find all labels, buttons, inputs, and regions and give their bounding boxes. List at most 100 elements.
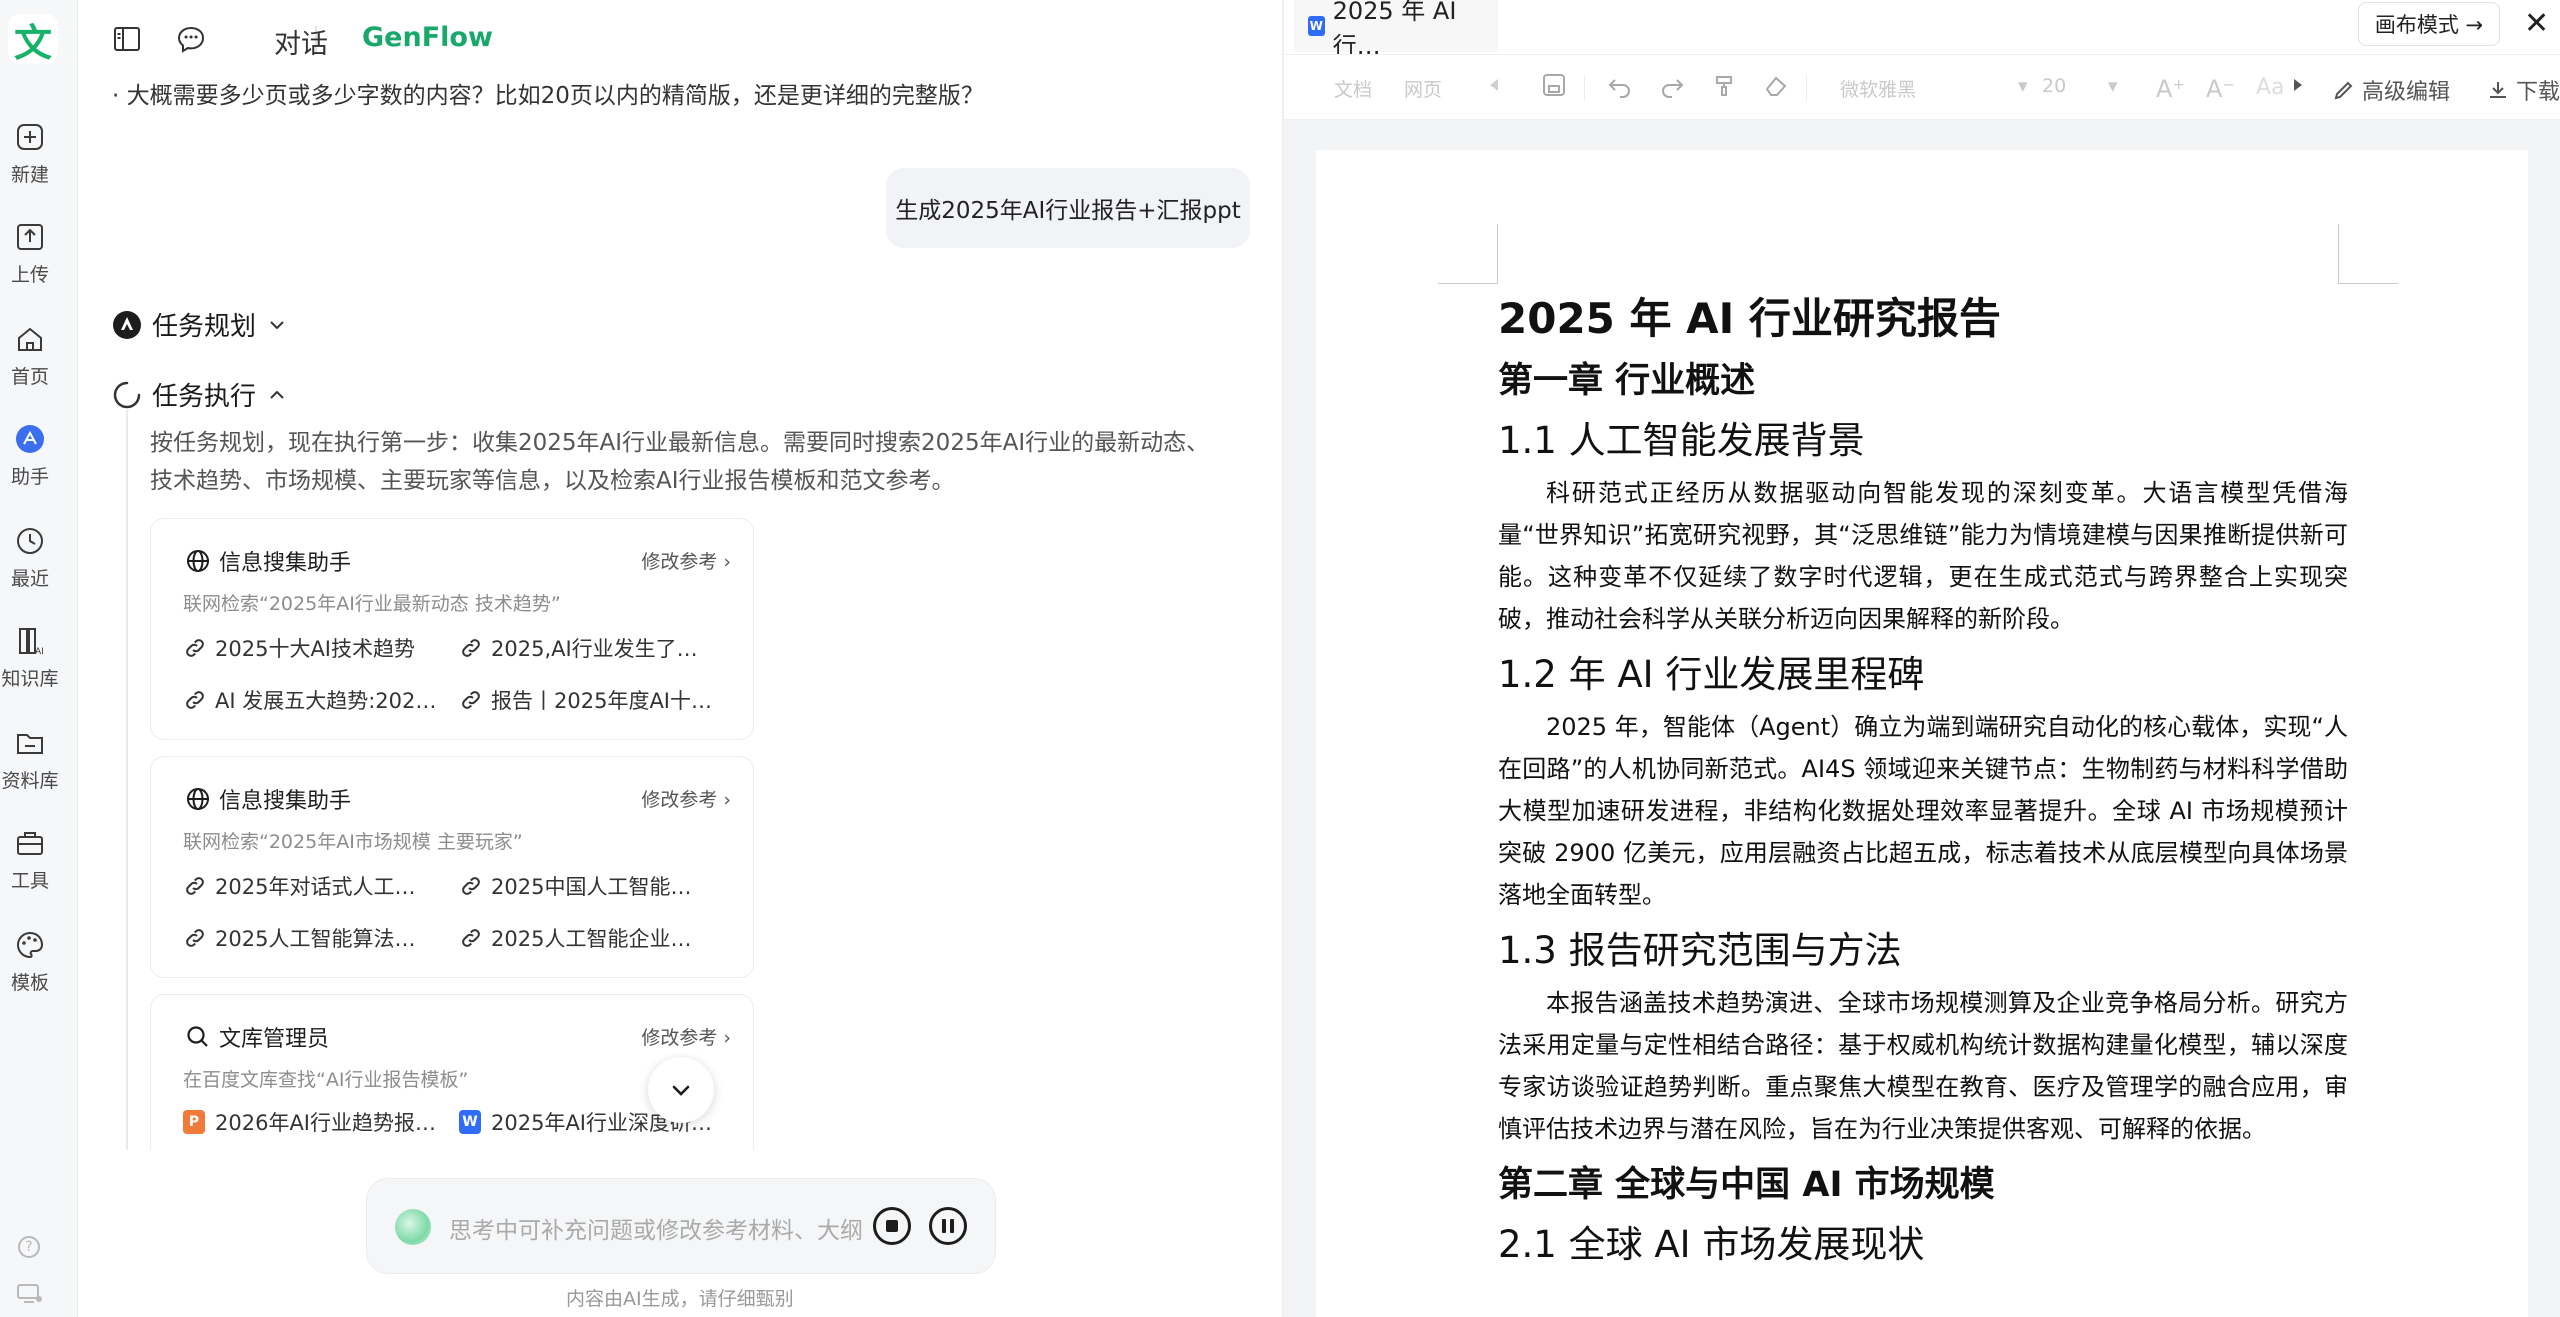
section-heading: 1.1 人工智能发展背景	[1498, 419, 1865, 462]
section-heading: 1.3 报告研究范围与方法	[1498, 929, 1902, 972]
rail-upload[interactable]: 上传	[0, 220, 60, 287]
close-icon[interactable]: ✕	[2524, 6, 2549, 41]
rail-knowledge[interactable]: AI 知识库	[0, 624, 60, 691]
rail-templates[interactable]: 模板	[0, 928, 60, 995]
word-file-icon: W	[459, 1110, 481, 1134]
rail-templates-label: 模板	[10, 972, 49, 994]
paragraph: 2025 年，智能体（Agent）确立为端到端研究自动化的核心载体，实现“人在回…	[1498, 713, 2348, 909]
rail-home[interactable]: 首页	[0, 322, 60, 389]
edit-reference-label: 修改参考	[641, 1027, 718, 1049]
reference-title: 报告丨2025年度AI十…	[491, 689, 713, 713]
edit-reference-button[interactable]: 修改参考 ›	[641, 1023, 731, 1050]
caret-left-icon[interactable]	[1480, 71, 1508, 99]
help-icon[interactable]: ?	[18, 1236, 40, 1258]
reference-link[interactable]: 2025人工智能算法…	[183, 923, 415, 953]
rail-library[interactable]: 资料库	[0, 726, 60, 793]
card-subtitle: 在百度文库查找“AI行业报告模板”	[183, 1069, 469, 1091]
upload-icon	[17, 224, 43, 250]
exec-timeline-line	[126, 410, 128, 1150]
font-shrink-icon[interactable]: A⁻	[2206, 75, 2235, 103]
assistant-icon	[16, 425, 44, 453]
scroll-down-button[interactable]	[648, 1057, 714, 1123]
edit-reference-label: 修改参考	[641, 551, 718, 573]
eraser-icon[interactable]	[1762, 71, 1790, 99]
doc-title: 2025 年 AI 行业研究报告	[1498, 294, 2001, 343]
reference-link[interactable]: 报告丨2025年度AI十…	[459, 685, 712, 715]
link-icon	[186, 929, 204, 947]
font-size-select[interactable]: 20	[2042, 75, 2066, 97]
reference-link[interactable]: 2025中国人工智能…	[459, 871, 691, 901]
folder-icon	[17, 734, 43, 754]
reference-title: 2026年AI行业趋势报…	[215, 1111, 437, 1135]
reference-link[interactable]: AI 发展五大趋势:202…	[183, 685, 436, 715]
app-root: 文 新建 上传 首页 助手 最近 AI 知识库 资料库 工具 模板 ? 对话 G…	[0, 0, 2560, 1317]
knowledge-icon: AI	[19, 628, 44, 657]
link-icon	[186, 639, 204, 657]
task-plan-header[interactable]: 任务规划	[112, 306, 286, 343]
plan-icon	[113, 310, 141, 339]
document-content: 2025 年 AI 行业研究报告 第一章 行业概述 1.1 人工智能发展背景 科…	[1498, 292, 2348, 1270]
edit-reference-button[interactable]: 修改参考 ›	[641, 785, 731, 812]
rail-new-label: 新建	[10, 164, 49, 186]
reference-link[interactable]: 2025年对话式人工…	[183, 871, 415, 901]
monitor-icon[interactable]	[17, 1284, 43, 1304]
advanced-edit-button[interactable]: 高级编辑	[2332, 74, 2450, 106]
chapter-heading: 第二章 全球与中国 AI 市场规模	[1498, 1165, 1995, 1205]
rail-tools[interactable]: 工具	[0, 826, 60, 893]
rail-recent[interactable]: 最近	[0, 524, 60, 591]
doc-tab[interactable]: W 2025 年 AI 行…	[1294, 0, 1498, 60]
card-subtitle: 联网检索“2025年AI市场规模 主要玩家”	[183, 831, 523, 853]
globe-icon	[187, 550, 209, 572]
reference-link[interactable]: 2025人工智能企业…	[459, 923, 691, 953]
stop-button[interactable]	[873, 1207, 911, 1245]
rail-knowledge-label: 知识库	[1, 668, 59, 690]
pen-icon	[2334, 81, 2353, 100]
card-title-text: 信息搜集助手	[219, 551, 352, 576]
home-icon	[18, 327, 42, 351]
crop-mark-top-right	[2338, 224, 2398, 284]
composer-input[interactable]: 思考中可补充问题或修改参考材料、大纲	[449, 1211, 863, 1245]
canvas-mode-button[interactable]: 画布模式 →	[2358, 2, 2500, 46]
format-painter-icon[interactable]	[1710, 71, 1738, 99]
doc-tab-title: 2025 年 AI 行…	[1332, 0, 1457, 60]
reference-title: 2025中国人工智能…	[491, 875, 692, 899]
font-clear-icon[interactable]: Aa	[2256, 75, 2285, 100]
download-label: 下载	[2516, 80, 2560, 105]
rail-upload-label: 上传	[10, 264, 49, 286]
font-family-select[interactable]: 微软雅黑	[1840, 75, 1916, 102]
globe-icon	[187, 788, 209, 810]
edit-reference-button[interactable]: 修改参考 ›	[641, 547, 731, 574]
mode-web[interactable]: 网页	[1404, 75, 1442, 102]
section-heading: 2.1 全球 AI 市场发展现状	[1498, 1223, 1925, 1266]
tab-chat[interactable]: 对话	[274, 22, 328, 61]
sidebar-toggle-icon[interactable]	[112, 24, 142, 54]
font-grow-icon[interactable]: A⁺	[2156, 75, 2185, 103]
pause-button[interactable]	[929, 1207, 967, 1245]
caret-right-icon[interactable]	[2284, 71, 2312, 99]
download-button[interactable]: 下载	[2486, 74, 2560, 106]
document-page[interactable]: 2025 年 AI 行业研究报告 第一章 行业概述 1.1 人工智能发展背景 科…	[1316, 150, 2528, 1317]
rail-new[interactable]: 新建	[0, 120, 60, 187]
task-exec-header[interactable]: 任务执行	[112, 376, 286, 413]
rail-assistant[interactable]: 助手	[0, 422, 60, 489]
task-exec-title: 任务执行	[152, 382, 257, 412]
rail-recent-label: 最近	[10, 568, 49, 590]
link-icon	[462, 877, 480, 895]
font-size-caret[interactable]: ▾	[2108, 75, 2118, 97]
reference-link[interactable]: 2025十大AI技术趋势	[183, 633, 415, 663]
mode-doc[interactable]: 文档	[1334, 75, 1372, 102]
reference-file[interactable]: P 2026年AI行业趋势报…	[183, 1107, 436, 1137]
task-plan-title: 任务规划	[152, 312, 257, 342]
reference-title: 2025,AI行业发生了…	[491, 637, 698, 661]
reference-link[interactable]: 2025,AI行业发生了…	[459, 633, 698, 663]
undo-icon[interactable]	[1606, 71, 1634, 99]
new-chat-icon[interactable]	[176, 24, 206, 54]
user-message-bubble: 生成2025年AI行业报告+汇报ppt	[886, 168, 1250, 248]
app-logo[interactable]: 文	[8, 14, 58, 65]
tab-genflow[interactable]: GenFlow	[362, 22, 493, 53]
font-family-caret[interactable]: ▾	[2018, 75, 2028, 97]
stop-icon	[886, 1220, 898, 1232]
redo-icon[interactable]	[1658, 71, 1686, 99]
save-icon[interactable]	[1540, 71, 1568, 99]
card-title: 信息搜集助手	[185, 545, 351, 577]
